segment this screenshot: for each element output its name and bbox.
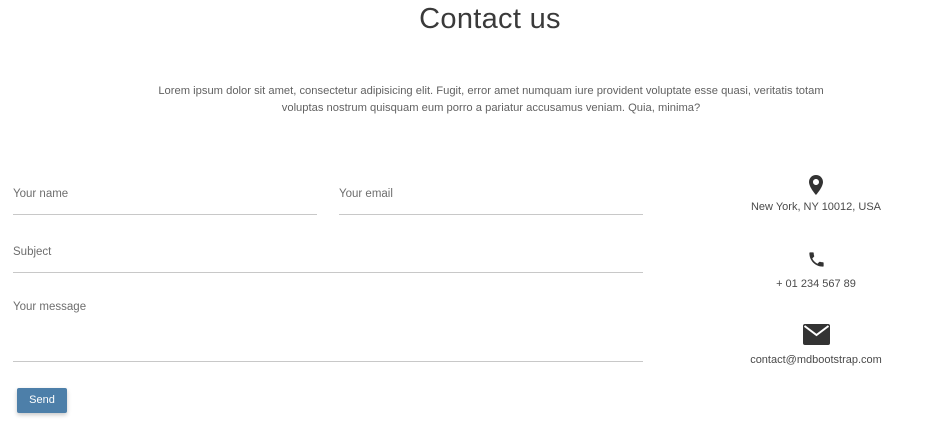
map-marker-icon <box>809 175 823 195</box>
subject-field-placeholder: Subject <box>13 246 52 258</box>
envelope-icon <box>802 324 830 345</box>
contact-page: Contact us Lorem ipsum dolor sit amet, c… <box>0 0 928 427</box>
name-field-placeholder: Your name <box>13 188 69 200</box>
message-field[interactable]: Your message <box>13 298 643 362</box>
message-field-placeholder: Your message <box>13 301 87 313</box>
contact-phone-text: + 01 234 567 89 <box>776 278 856 290</box>
contact-email-text: contact@mdbootstrap.com <box>750 354 882 366</box>
email-field[interactable]: Your email <box>339 184 643 215</box>
email-field-placeholder: Your email <box>339 188 393 200</box>
name-field[interactable]: Your name <box>13 184 317 215</box>
contact-email: contact@mdbootstrap.com <box>726 324 906 366</box>
phone-icon <box>808 252 824 267</box>
send-button[interactable]: Send <box>17 388 67 413</box>
contact-address: New York, NY 10012, USA <box>726 175 906 213</box>
contact-address-text: New York, NY 10012, USA <box>750 201 882 213</box>
intro-text: Lorem ipsum dolor sit amet, consectetur … <box>158 85 824 114</box>
contact-phone: + 01 234 567 89 <box>726 250 906 290</box>
page-title: Contact us <box>419 3 561 35</box>
subject-field[interactable]: Subject <box>13 242 643 273</box>
